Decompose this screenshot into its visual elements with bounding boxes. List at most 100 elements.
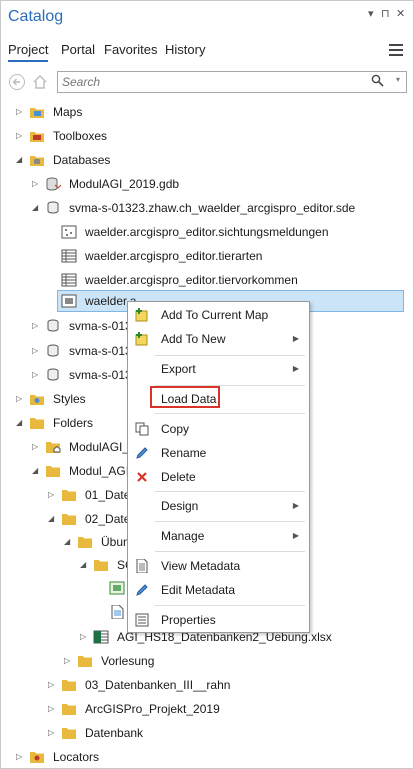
tree-item-label: svma-s-013 [69,319,132,333]
folder-icon [78,656,92,667]
menu-item-add-to-current-map[interactable]: Add To Current Map [128,303,309,327]
table-icon [61,249,77,263]
point-feature-class-icon [61,225,77,239]
collapse-arrow-icon[interactable]: ◢ [32,197,38,219]
catalog-tabs: Project Portal Favorites History [0,40,414,64]
expand-arrow-icon[interactable]: ▷ [32,315,38,337]
expand-arrow-icon[interactable]: ▷ [32,173,38,195]
tree-item-fc2[interactable]: waelder.arcgispro_editor.tierarten [0,245,414,267]
collapse-arrow-icon[interactable]: ◢ [48,508,54,530]
tree-item-label: ModulAGI_ [69,440,130,454]
tab-project[interactable]: Project [8,42,49,62]
tree-item-sc-child1[interactable] [0,577,130,599]
expand-arrow-icon[interactable]: ▷ [80,626,86,648]
tree-item-maps[interactable]: ▷ Maps [0,101,414,123]
tab-history[interactable]: History [165,42,205,57]
database-connection-icon [47,319,59,332]
tree-item-sc-child2[interactable] [0,601,130,623]
pane-menu-button[interactable]: ▾ [368,7,374,20]
folder-icon [62,728,76,739]
title-bar: Catalog ▾ ⊓ ✕ [0,0,414,34]
expand-arrow-icon[interactable]: ▷ [48,484,54,506]
search-box[interactable]: ▾ [57,71,407,93]
tree-item-label: Modul_AGI [69,464,130,478]
tree-item-gdb[interactable]: ▷ ModulAGI_2019.gdb [0,173,414,195]
menu-item-delete[interactable]: Delete [128,465,309,489]
database-folder-icon [30,156,44,166]
submenu-arrow-icon: ▶ [292,501,299,510]
expand-arrow-icon[interactable]: ▷ [32,364,38,386]
close-button[interactable]: ✕ [396,7,405,20]
menu-item-label: Add To Current Map [161,308,269,322]
excel-file-icon [93,630,109,644]
delete-icon [137,472,147,482]
database-connection-icon [47,344,59,357]
collapse-arrow-icon[interactable]: ◢ [80,554,86,576]
expand-arrow-icon[interactable]: ▷ [16,746,22,768]
menu-item-view-metadata[interactable]: View Metadata [128,554,309,578]
expand-arrow-icon[interactable]: ▷ [32,436,38,458]
database-connection-icon [47,368,59,381]
collapse-arrow-icon[interactable]: ◢ [16,412,22,434]
geodatabase-icon [46,177,61,191]
tree-item-fc3[interactable]: waelder.arcgispro_editor.tiervorkommen [0,269,414,291]
menu-item-design[interactable]: Design ▶ [128,494,309,518]
folder-icon [94,560,108,571]
tab-portal[interactable]: Portal [61,42,95,57]
menu-item-label: Copy [161,422,190,436]
tree-item-datenbank[interactable]: ▷ Datenbank [0,722,414,744]
menu-item-add-to-new[interactable]: Add To New ▶ [128,327,309,351]
tree-item-sde[interactable]: ◢ svma-s-01323.zhaw.ch_waelder_arcgispro… [0,197,414,219]
folder-icon [62,680,76,691]
folder-icon [78,537,92,548]
menu-item-label: Edit Metadata [161,583,236,597]
tree-item-label: Toolboxes [53,129,108,143]
table-icon [61,273,77,287]
expand-arrow-icon[interactable]: ▷ [32,340,38,362]
expand-arrow-icon[interactable]: ▷ [16,388,22,410]
tree-item-locators[interactable]: ▷ Locators [0,746,414,768]
pin-button[interactable]: ⊓ [381,7,390,20]
menu-separator [155,413,305,414]
menu-item-copy[interactable]: Copy [128,417,309,441]
menu-item-edit-metadata[interactable]: Edit Metadata [128,578,309,602]
home-icon[interactable] [31,73,49,91]
folder-icon [62,490,76,501]
tab-favorites[interactable]: Favorites [104,42,157,57]
chevron-down-icon[interactable]: ▾ [396,75,400,84]
search-icon[interactable] [371,74,384,87]
menu-item-properties[interactable]: Properties [128,608,309,632]
collapse-arrow-icon[interactable]: ◢ [64,531,70,553]
tree-item-toolboxes[interactable]: ▷ Toolboxes [0,125,414,147]
menu-item-label: Add To New [161,332,226,346]
menu-item-label: Properties [161,613,216,627]
menu-item-label: Delete [161,470,196,484]
hamburger-menu-icon[interactable] [389,44,403,56]
tree-item-fc1[interactable]: waelder.arcgispro_editor.sichtungsmeldun… [0,221,414,243]
tree-item-vorlesung[interactable]: ▷ Vorlesung [0,650,414,672]
styles-folder-icon [30,395,44,405]
expand-arrow-icon[interactable]: ▷ [16,101,22,123]
menu-item-export[interactable]: Export ▶ [128,357,309,381]
expand-arrow-icon[interactable]: ▷ [48,722,54,744]
tree-item-label: Maps [53,105,83,119]
expand-arrow-icon[interactable]: ▷ [48,674,54,696]
home-folder-icon [46,442,61,453]
tree-item-f03[interactable]: ▷ 03_Datenbanken_III__rahn [0,674,414,696]
menu-separator [155,491,305,492]
collapse-arrow-icon[interactable]: ◢ [32,460,38,482]
expand-arrow-icon[interactable]: ▷ [48,698,54,720]
load-data-annotation-box [150,386,220,408]
search-input[interactable] [62,74,362,90]
tree-item-label: Folders [53,416,94,430]
folder-icon [62,704,76,715]
expand-arrow-icon[interactable]: ▷ [16,125,22,147]
tree-item-databases[interactable]: ◢ Databases [0,149,414,171]
collapse-arrow-icon[interactable]: ◢ [16,149,22,171]
database-connection-icon [47,201,59,214]
tree-item-arcgis[interactable]: ▷ ArcGISPro_Projekt_2019 [0,698,414,720]
expand-arrow-icon[interactable]: ▷ [64,650,70,672]
menu-item-manage[interactable]: Manage ▶ [128,524,309,548]
back-arrow-icon[interactable] [8,73,26,91]
menu-item-rename[interactable]: Rename [128,441,309,465]
